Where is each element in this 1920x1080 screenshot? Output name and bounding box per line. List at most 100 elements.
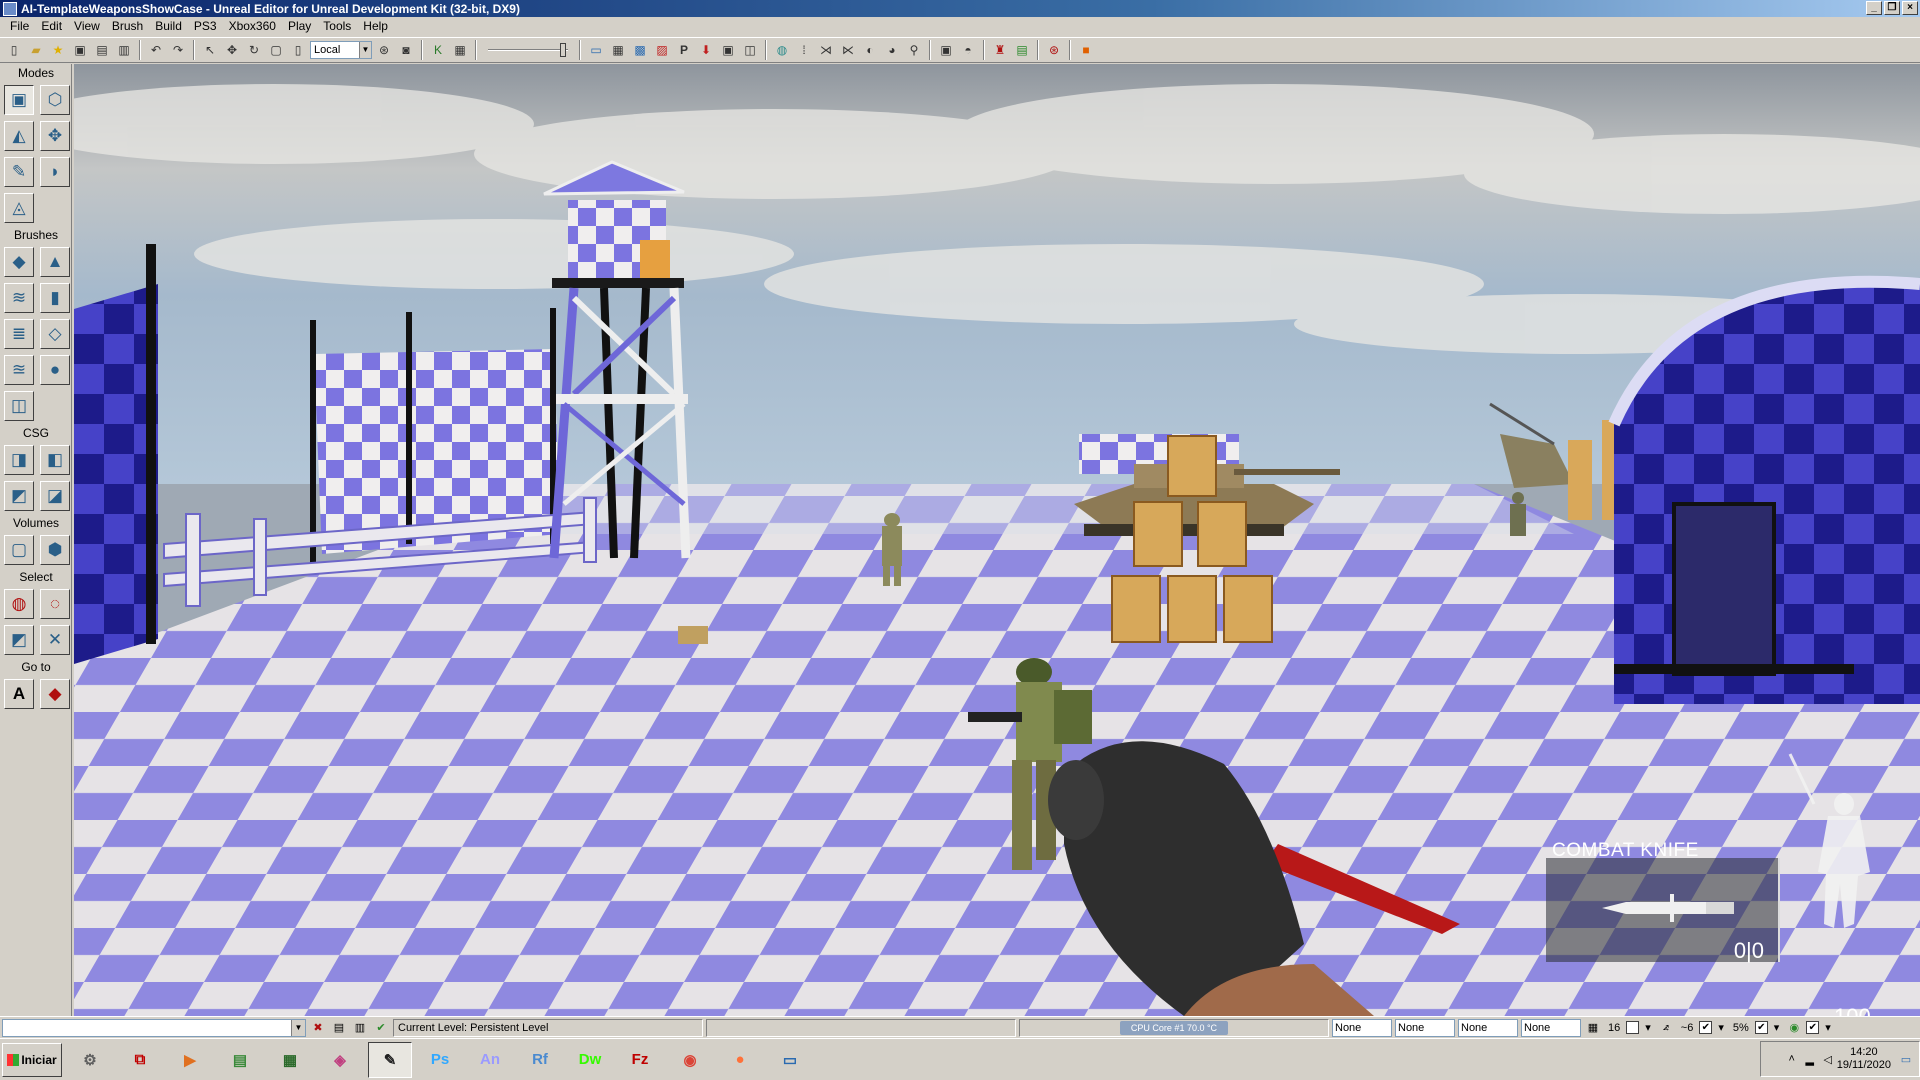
taskbar-app-settings-icon[interactable]: ⚙ xyxy=(68,1042,112,1078)
rotation-grid-field[interactable]: None xyxy=(1395,1018,1455,1037)
taskbar-app-filezilla-icon[interactable]: Fz xyxy=(618,1042,662,1078)
sphere-brush-icon[interactable]: ● xyxy=(40,355,70,385)
real-time-icon[interactable]: ◓ xyxy=(958,40,978,60)
grid-snap-checkbox[interactable] xyxy=(1626,1021,1640,1034)
goto-actor-icon[interactable]: A xyxy=(4,679,34,709)
rotation-snap-checkbox[interactable]: ✔ xyxy=(1699,1021,1713,1034)
brush-detail-icon[interactable]: ▦ xyxy=(608,40,628,60)
build-paths-icon[interactable]: P xyxy=(674,40,694,60)
drag-grid-field[interactable]: None xyxy=(1332,1018,1392,1037)
actor-icon[interactable]: ◕ xyxy=(882,40,902,60)
chevron-down-icon[interactable]: ▾ xyxy=(1715,1021,1727,1034)
marker-icon[interactable]: ⁞ xyxy=(794,40,814,60)
terrain-mode-icon[interactable]: ◭ xyxy=(4,121,34,151)
sheet-brush-icon[interactable]: ◇ xyxy=(40,319,70,349)
shield-icon[interactable]: ◍ xyxy=(772,40,792,60)
camera-speed-slider[interactable] xyxy=(488,41,568,59)
autosave-field[interactable]: None xyxy=(1521,1018,1581,1037)
play-on-pc-icon[interactable]: ▤ xyxy=(1012,40,1032,60)
drag-grid-icon[interactable]: ▥ xyxy=(351,1019,369,1037)
csg-deintersect-icon[interactable]: ◪ xyxy=(40,481,70,511)
weld-icon[interactable]: ⋊ xyxy=(816,40,836,60)
build-geometry-icon[interactable]: ▩ xyxy=(630,40,650,60)
volume-icon[interactable]: ◁ xyxy=(1819,1050,1837,1068)
show-all-icon[interactable]: ✕ xyxy=(40,625,70,655)
select-invert-icon[interactable]: ◩ xyxy=(4,625,34,655)
curved-stair-icon[interactable]: ≋ xyxy=(4,283,34,313)
csg-subtract-icon[interactable]: ◧ xyxy=(40,445,70,475)
build-all-icon[interactable]: ▣ xyxy=(718,40,738,60)
taskbar-app-network-icon[interactable]: ▦ xyxy=(268,1042,312,1078)
close-button[interactable]: × xyxy=(1902,1,1918,15)
error-icon[interactable]: ✖ xyxy=(309,1019,327,1037)
volumetric-brush-icon[interactable]: ◫ xyxy=(4,391,34,421)
taskbar-app-cars-icon[interactable]: ◈ xyxy=(318,1042,362,1078)
command-input[interactable]: ▼ xyxy=(2,1018,306,1037)
taskbar-app-chrome-icon[interactable]: ◉ xyxy=(668,1042,712,1078)
scale-snap-checkbox[interactable]: ✔ xyxy=(1754,1021,1768,1034)
taskbar-app-firefox-icon[interactable]: ● xyxy=(718,1042,762,1078)
save-icon[interactable]: ▣ xyxy=(70,40,90,60)
check-icon[interactable]: ✔ xyxy=(372,1019,390,1037)
menu-xbox360[interactable]: Xbox360 xyxy=(223,17,282,36)
scale-tool-icon[interactable]: ▢ xyxy=(266,40,286,60)
linear-stair-icon[interactable]: ≣ xyxy=(4,319,34,349)
menu-tools[interactable]: Tools xyxy=(317,17,357,36)
taskbar-app-reflector-icon[interactable]: Rf xyxy=(518,1042,562,1078)
rotate-tool-icon[interactable]: ↻ xyxy=(244,40,264,60)
translate-tool-icon[interactable]: ✥ xyxy=(222,40,242,60)
show-hidden-icons-icon[interactable]: ˄ xyxy=(1783,1050,1801,1068)
build-cover-icon[interactable]: ⬇ xyxy=(696,40,716,60)
scale-snap-value[interactable]: 5% xyxy=(1730,1022,1752,1034)
taskbar-app-photoshop-icon[interactable]: Ps xyxy=(418,1042,462,1078)
menu-view[interactable]: View xyxy=(68,17,106,36)
open-folder-icon[interactable]: ▰ xyxy=(26,40,46,60)
taskbar-app-animate-icon[interactable]: An xyxy=(468,1042,512,1078)
taskbar-app-remote-desktop-icon[interactable]: ▭ xyxy=(768,1042,812,1078)
taskbar-app-pdf-icon[interactable]: ⧉ xyxy=(118,1042,162,1078)
csg-intersect-icon[interactable]: ◩ xyxy=(4,481,34,511)
taskbar-app-chart-icon[interactable]: ▤ xyxy=(218,1042,262,1078)
grid-size-value[interactable]: 16 xyxy=(1605,1022,1623,1034)
add-volume-icon[interactable]: ▢ xyxy=(4,535,34,565)
taskbar-app-dreamweaver-icon[interactable]: Dw xyxy=(568,1042,612,1078)
globe-icon[interactable]: ◐ xyxy=(860,40,880,60)
chevron-down-icon[interactable]: ▾ xyxy=(1642,1021,1654,1034)
save-current-icon[interactable]: ▥ xyxy=(114,40,134,60)
save-all-icon[interactable]: ▤ xyxy=(92,40,112,60)
rotation-snap-value[interactable]: ~6 xyxy=(1678,1022,1697,1034)
stop-icon[interactable]: ■ xyxy=(1076,40,1096,60)
undo-icon[interactable]: ↶ xyxy=(146,40,166,60)
build-lighting-icon[interactable]: ▨ xyxy=(652,40,672,60)
play-in-editor-icon[interactable]: ♜ xyxy=(990,40,1010,60)
new-file-icon[interactable]: ▯ xyxy=(4,40,24,60)
perspective-viewport[interactable]: COMBAT KNIFE 0|0 100 xyxy=(74,64,1920,1016)
show-desktop-icon[interactable]: ▭ xyxy=(1897,1050,1915,1068)
taskbar-app-unreal-icon[interactable]: ✎ xyxy=(368,1041,412,1078)
menu-brush[interactable]: Brush xyxy=(106,17,149,36)
cube-brush-icon[interactable]: ◆ xyxy=(4,247,34,277)
menu-file[interactable]: File xyxy=(4,17,35,36)
volume-shape-icon[interactable]: ⬢ xyxy=(40,535,70,565)
landscape-mode-icon[interactable]: ◬ xyxy=(4,193,34,223)
cone-brush-icon[interactable]: ▲ xyxy=(40,247,70,277)
select-tool-icon[interactable]: ↖ xyxy=(200,40,220,60)
ps3-play-icon[interactable]: ⊛ xyxy=(1044,40,1064,60)
autosave-checkbox[interactable]: ✔ xyxy=(1806,1021,1820,1034)
view-grid-icon[interactable]: ▣ xyxy=(936,40,956,60)
geometry-mode-icon[interactable]: ⬡ xyxy=(40,85,70,115)
taskbar-app-media-icon[interactable]: ▶ xyxy=(168,1042,212,1078)
cylinder-brush-icon[interactable]: ▮ xyxy=(40,283,70,313)
clock[interactable]: 14:20 19/11/2020 xyxy=(1837,1046,1891,1072)
kismet-icon[interactable]: ◙ xyxy=(396,40,416,60)
binoculars-icon[interactable]: ⊛ xyxy=(374,40,394,60)
content-browser-icon[interactable]: K xyxy=(428,40,448,60)
spiral-stair-icon[interactable]: ≊ xyxy=(4,355,34,385)
menu-play[interactable]: Play xyxy=(282,17,317,36)
menu-help[interactable]: Help xyxy=(357,17,394,36)
favorite-icon[interactable]: ★ xyxy=(48,40,68,60)
camera-mode-icon[interactable]: ▣ xyxy=(4,85,34,115)
slider-thumb[interactable] xyxy=(560,43,566,57)
menu-ps3[interactable]: PS3 xyxy=(188,17,223,36)
realtime-audio-icon[interactable]: ◉ xyxy=(1785,1019,1803,1037)
